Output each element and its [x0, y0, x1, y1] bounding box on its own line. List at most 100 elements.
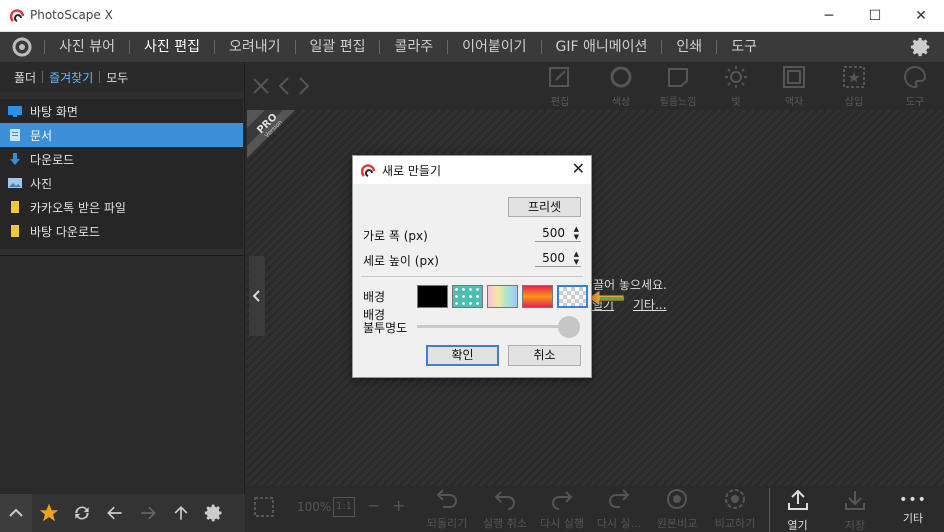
- settings-gear-icon[interactable]: [910, 36, 932, 58]
- refresh-icon: [74, 506, 89, 520]
- next-image-icon[interactable]: [297, 76, 311, 96]
- redo-all-button[interactable]: 다시 실...: [591, 488, 647, 532]
- action-label: 원본비교: [656, 517, 698, 530]
- refresh-button[interactable]: [65, 494, 98, 532]
- favorite-label: 사진: [30, 176, 53, 191]
- swatch-transparent[interactable]: [557, 285, 588, 308]
- cancel-button[interactable]: 취소: [508, 345, 581, 366]
- favorite-label: 문서: [30, 128, 53, 143]
- collapse-panel-tab[interactable]: [249, 256, 265, 336]
- photoscape-logo-icon: [10, 9, 25, 22]
- more-link[interactable]: 기타...: [633, 296, 667, 313]
- chevron-up-icon: [9, 508, 23, 517]
- redo-all-icon: [609, 489, 630, 508]
- swatch-pastel-gradient[interactable]: [487, 285, 518, 308]
- crop-select-icon[interactable]: [253, 496, 275, 518]
- opacity-slider-track[interactable]: [417, 325, 567, 328]
- toolbar-insert[interactable]: 삽입: [831, 66, 877, 108]
- save-button[interactable]: 저장: [827, 488, 883, 532]
- favorite-item-desktop-downloads[interactable]: 바탕 다운로드: [0, 219, 243, 243]
- toolbar-color[interactable]: 색상: [598, 66, 644, 108]
- spinner-arrows-icon[interactable]: ▲ ▼: [574, 250, 579, 266]
- favorite-item-kakaotalk[interactable]: 카카오톡 받은 파일: [0, 195, 243, 219]
- tab-all[interactable]: 모두: [100, 69, 134, 86]
- action-label: 비교하기: [714, 517, 756, 530]
- download-save-icon: [845, 491, 865, 510]
- left-bottom-toolbar: [0, 494, 245, 532]
- tab-favorites[interactable]: 즐겨찾기: [43, 69, 99, 86]
- compare-button[interactable]: 비교하기: [707, 488, 763, 532]
- toolbar-edit[interactable]: 편집: [537, 66, 583, 108]
- previous-image-icon[interactable]: [277, 76, 291, 96]
- tab-folder[interactable]: 폴더: [8, 69, 42, 86]
- forward-button[interactable]: [131, 494, 164, 532]
- width-spinner[interactable]: 500 ▲ ▼: [535, 224, 581, 242]
- collapse-up-button[interactable]: [0, 494, 32, 532]
- original-compare-icon: [667, 489, 687, 509]
- toolbar-light[interactable]: 빛: [713, 66, 759, 108]
- favorite-item-pictures[interactable]: 사진: [0, 171, 243, 195]
- menu-gif-animation[interactable]: GIF 애니메이션: [542, 32, 662, 62]
- action-label: 다시 실...: [596, 517, 642, 530]
- original-compare-button[interactable]: 원본비교: [649, 488, 705, 532]
- toolbar-tools[interactable]: 도구: [892, 65, 938, 108]
- chevron-left-icon: [253, 290, 260, 302]
- more-button[interactable]: ••• 기타: [885, 488, 941, 532]
- upload-icon: [787, 489, 808, 510]
- toolbar-film[interactable]: 필름느낌: [655, 66, 701, 108]
- menu-print[interactable]: 인쇄: [662, 32, 716, 62]
- spinner-arrows-icon[interactable]: ▲ ▼: [574, 225, 579, 241]
- pro-version-badge: PRO Version: [247, 110, 295, 158]
- favorite-item-downloads[interactable]: 다운로드: [0, 147, 243, 171]
- swatch-black[interactable]: [417, 285, 448, 308]
- menu-collage[interactable]: 콜라주: [380, 32, 447, 62]
- menu-batch[interactable]: 일괄 편집: [296, 32, 380, 62]
- maximize-button[interactable]: ☐: [852, 0, 898, 32]
- preset-button[interactable]: 프리셋: [508, 197, 581, 217]
- nav-icons: [251, 76, 311, 96]
- favorites-list: 바탕 화면 문서 다운로드 사진 카카오톡 받은 파일 바탕 다운로드: [0, 99, 243, 249]
- zoom-in-button[interactable]: +: [392, 496, 405, 515]
- palette-icon: [904, 65, 927, 89]
- toolbar-label: 색상: [611, 97, 631, 108]
- action-label: 저장: [844, 519, 866, 532]
- swatch-teal-dots[interactable]: [452, 285, 483, 308]
- open-file-button[interactable]: 열기: [769, 488, 825, 532]
- arrow-up-icon: [174, 505, 187, 520]
- opacity-slider-knob[interactable]: [558, 316, 580, 338]
- revert-button[interactable]: 되돌리기: [419, 488, 475, 532]
- action-label: 되돌리기: [426, 517, 468, 530]
- menu-photo-editor[interactable]: 사진 편집: [130, 32, 214, 62]
- menu-cut-out[interactable]: 오려내기: [215, 32, 295, 62]
- menu-photo-viewer[interactable]: 사진 뷰어: [45, 32, 129, 62]
- file-thumbnail-area[interactable]: [0, 255, 243, 494]
- toolbar-frame[interactable]: 액자: [771, 66, 817, 108]
- undo-button[interactable]: 실행 취소: [477, 488, 533, 532]
- redo-button[interactable]: 다시 실행: [534, 488, 590, 532]
- action-label: 다시 실행: [540, 517, 584, 530]
- menu-combine[interactable]: 이어붙이기: [448, 32, 540, 62]
- close-image-icon[interactable]: [251, 76, 271, 96]
- zoom-level: 100%: [297, 500, 332, 514]
- editor-toolbar: 편집 색상 필름느낌 빛 액자 삽입 도구: [247, 62, 944, 110]
- zoom-out-button[interactable]: −: [367, 496, 380, 515]
- ok-button[interactable]: 확인: [426, 345, 499, 366]
- dialog-divider: [361, 276, 583, 277]
- favorite-item-desktop[interactable]: 바탕 화면: [0, 99, 243, 123]
- picture-icon: [8, 178, 22, 188]
- fit-button[interactable]: 1:1: [333, 497, 355, 517]
- minimize-button[interactable]: ─: [806, 0, 852, 32]
- toolbar-label: 액자: [784, 97, 804, 108]
- height-value: 500: [542, 251, 565, 265]
- left-panel-settings-button[interactable]: [197, 494, 230, 532]
- close-button[interactable]: ✕: [898, 0, 944, 32]
- swatch-red-orange-gradient[interactable]: [522, 285, 553, 308]
- height-spinner[interactable]: 500 ▲ ▼: [535, 249, 581, 267]
- up-folder-button[interactable]: [164, 494, 197, 532]
- home-button[interactable]: [0, 32, 44, 62]
- back-button[interactable]: [98, 494, 131, 532]
- dialog-close-button[interactable]: ✕: [572, 159, 585, 178]
- favorite-star-button[interactable]: [32, 494, 65, 532]
- favorite-item-documents[interactable]: 문서: [0, 123, 243, 147]
- menu-tools[interactable]: 도구: [717, 32, 771, 62]
